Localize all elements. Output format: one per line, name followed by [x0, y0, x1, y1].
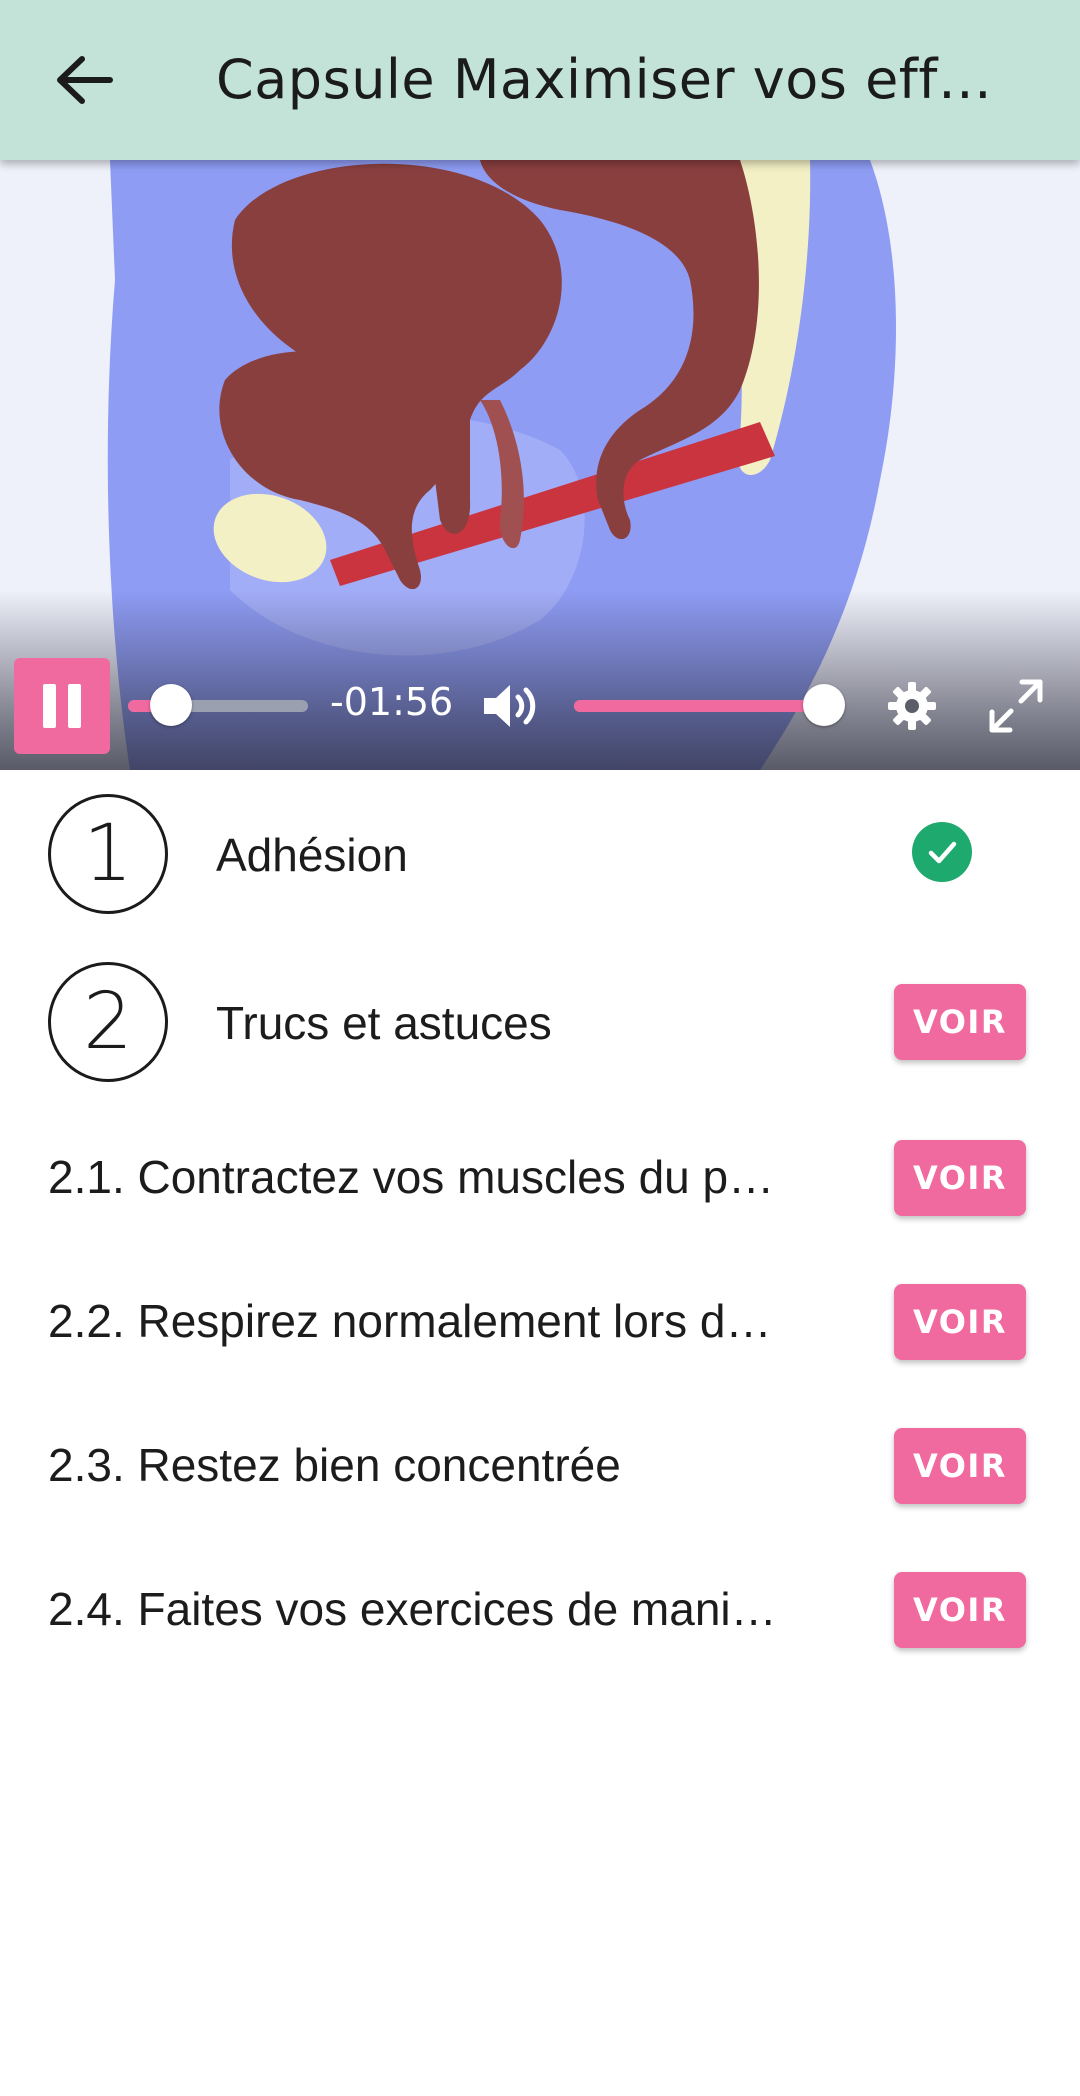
chapter-number: 2: [48, 962, 168, 1082]
volume-high-icon[interactable]: [480, 680, 540, 732]
chapter-title: Adhésion: [216, 829, 408, 881]
seek-thumb[interactable]: [150, 684, 193, 726]
chapter-number: 1: [48, 794, 168, 914]
arrow-left-icon: [57, 56, 113, 104]
pause-button[interactable]: [14, 658, 110, 754]
seek-slider[interactable]: [128, 684, 308, 726]
voir-button[interactable]: VOIR: [894, 984, 1026, 1060]
volume-thumb[interactable]: [803, 684, 845, 726]
chapter-title: Trucs et astuces: [216, 997, 552, 1049]
voir-button[interactable]: VOIR: [894, 1140, 1026, 1216]
chapter-item-1[interactable]: 1 Adhésion: [0, 790, 1080, 918]
app-bar: Capsule Maximiser vos eff…: [0, 0, 1080, 160]
list-item: 2.1. Contractez vos muscles du p… VOIR: [0, 1128, 1080, 1228]
pause-icon: [43, 684, 56, 728]
video-player[interactable]: -01:56: [0, 160, 1080, 770]
subitem-label: 2.1. Contractez vos muscles du p…: [48, 1151, 775, 1203]
list-item: 2.3. Restez bien concentrée VOIR: [0, 1416, 1080, 1516]
time-remaining: -01:56: [330, 680, 454, 724]
voir-button[interactable]: VOIR: [894, 1572, 1026, 1648]
player-controls: -01:56: [0, 658, 1080, 770]
list-item: 2.2. Respirez normalement lors d… VOIR: [0, 1272, 1080, 1372]
voir-button[interactable]: VOIR: [894, 1284, 1026, 1360]
subitem-label: 2.4. Faites vos exercices de mani…: [48, 1583, 777, 1635]
chapter-item-2: 2 Trucs et astuces VOIR: [0, 958, 1080, 1086]
list-item: 2.4. Faites vos exercices de mani… VOIR: [0, 1560, 1080, 1660]
voir-button[interactable]: VOIR: [894, 1428, 1026, 1504]
check-circle-icon: [912, 822, 972, 882]
subitem-label: 2.3. Restez bien concentrée: [48, 1439, 621, 1491]
expand-icon[interactable]: [988, 678, 1044, 734]
volume-slider[interactable]: [574, 684, 845, 726]
subitem-label: 2.2. Respirez normalement lors d…: [48, 1295, 772, 1347]
page-title: Capsule Maximiser vos eff…: [216, 48, 993, 111]
back-button[interactable]: [44, 40, 124, 120]
gear-icon[interactable]: [886, 680, 938, 732]
